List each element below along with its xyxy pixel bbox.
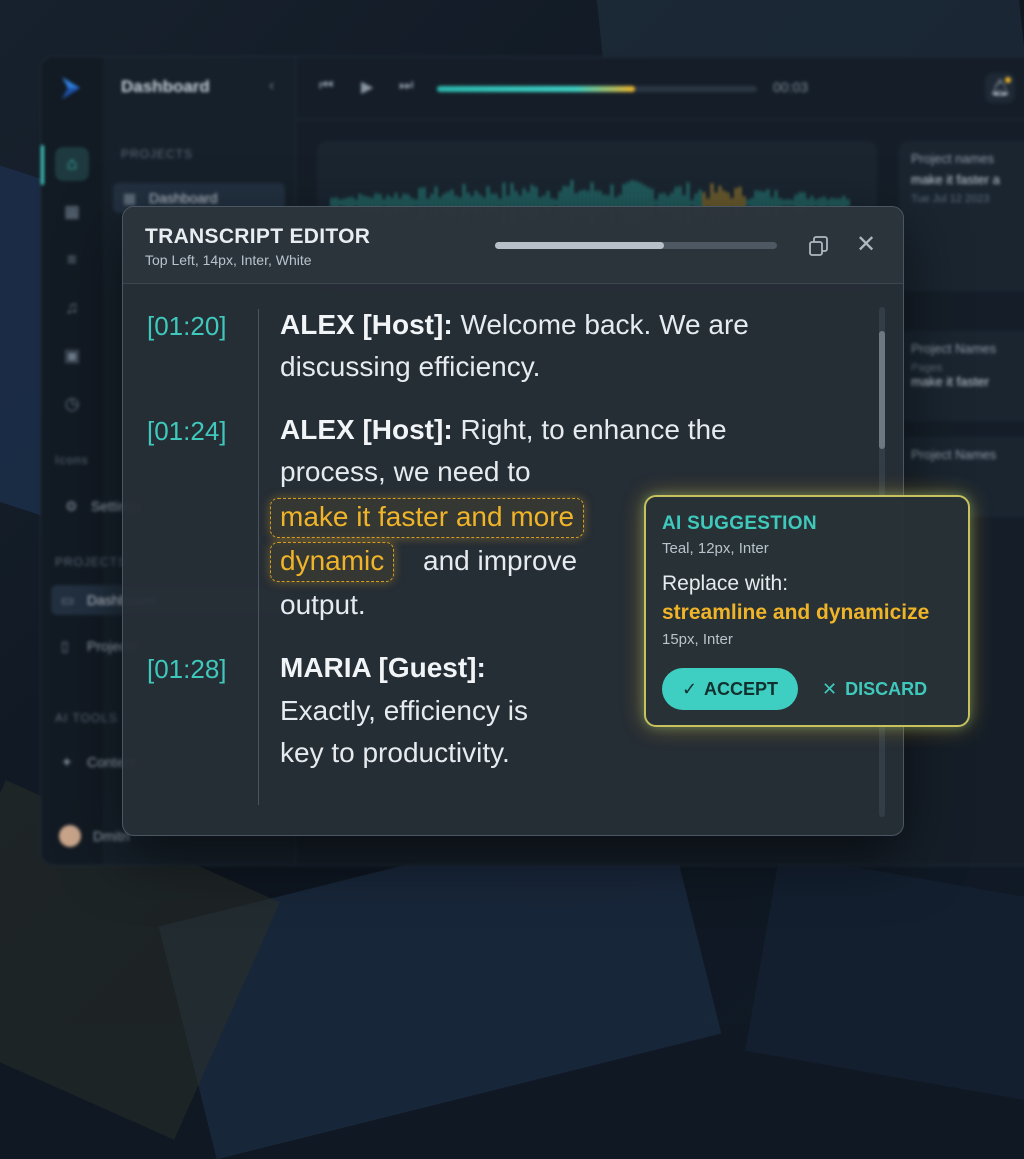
editor-progress [495,242,777,249]
suggestion-meta: Teal, 12px, Inter [662,540,769,557]
timestamp[interactable]: [01:24] [147,416,227,447]
logo-icon [62,77,80,99]
sparkle-icon: ✦ [61,753,73,770]
x-icon: ✕ [822,678,838,699]
rewind-icon[interactable]: ⏮ [319,77,333,95]
avatar [59,825,81,847]
close-icon[interactable]: ✕ [854,233,878,257]
speaker-label: MARIA [Guest]: [280,652,486,683]
highlighted-phrase[interactable]: dynamic [270,542,395,582]
card-heading: Project names [911,151,995,166]
transcript-text: Welcome back. We are [460,309,749,340]
transcript-line[interactable]: MARIA [Guest]: [280,652,486,684]
card-date: Tue Jul 12 2023 [911,193,990,205]
active-indicator [41,145,44,185]
speaker-label: ALEX [Host]: [280,414,453,445]
accept-label: ACCEPT [704,678,779,699]
accept-button[interactable]: ✓ ACCEPT [662,668,798,710]
section-label: AI TOOLS [55,711,118,725]
check-icon: ✓ [681,678,698,699]
background-shape [745,853,1024,1107]
player-bar: ⏮ ▶ ⏭ 00:03 🔔︎ ⓘ [295,57,1024,120]
card-sub: Pages [911,362,943,374]
play-icon[interactable]: ▶ [361,77,373,97]
playback-progress[interactable] [437,86,757,92]
file-icon: ▯ [61,637,69,654]
right-panel: Project names make it faster a Tue Jul 1… [899,141,1024,841]
transcript-line[interactable]: Exactly, efficiency is [280,695,528,727]
discard-label: DISCARD [845,678,928,699]
transcript-line[interactable]: output. [280,589,366,621]
copy-icon[interactable] [806,234,830,258]
home-icon[interactable]: ⌂ [55,147,89,181]
playback-time: 00:03 [773,79,809,95]
card-text: make it faster [911,374,990,389]
sidebar-title: Dashboard [121,77,210,96]
card-heading: Project Names [911,341,997,356]
editor-progress-fill [495,242,665,249]
user-profile[interactable]: Dmitri [59,825,130,847]
section-label: PROJECTS [55,555,128,569]
sidebar-item-label: Dashboard [149,190,218,206]
folder-icon: ▭ [61,591,75,608]
transcript-line[interactable]: process, we need to [280,456,531,488]
box-icon[interactable]: ▣ [55,339,89,373]
card-text: make it faster a [911,172,1000,187]
suggestion-title: AI SUGGESTION [662,513,817,534]
transcript-text: Right, to enhance the [460,414,727,445]
transcript-line[interactable]: and improve [423,545,577,577]
highlighted-phrase[interactable]: make it faster and more [270,498,585,538]
notification-dot [1005,77,1011,83]
modal-header: TRANSCRIPT EDITOR Top Left, 14px, Inter,… [123,207,903,284]
project-card[interactable]: Project names make it faster a Tue Jul 1… [899,141,1024,291]
modal-title: TRANSCRIPT EDITOR [145,225,371,248]
discard-button[interactable]: ✕ DISCARD [822,668,927,710]
section-label: PROJECTS [121,147,194,161]
speaker-label: ALEX [Host]: [280,309,453,340]
bell-icon[interactable]: 🔔︎ [985,73,1015,103]
timestamp[interactable]: [01:28] [147,654,227,685]
replacement-meta: 15px, Inter [662,631,733,648]
list-icon[interactable]: ≡ [55,243,89,277]
transcript-line[interactable]: key to productivity. [280,737,510,769]
replace-label: Replace with: [662,572,789,595]
gear-icon: ⚙ [65,497,78,514]
section-label: Icons [55,453,89,467]
clock-icon[interactable]: ◷ [55,387,89,421]
chevron-left-icon[interactable]: ‹ [269,77,274,95]
transcript-line[interactable]: ALEX [Host]: Right, to enhance the [280,414,727,446]
scrollbar-thumb[interactable] [879,331,885,449]
modal-subtitle: Top Left, 14px, Inter, White [145,252,312,268]
playback-progress-fill [437,86,636,92]
transcript-line[interactable]: ALEX [Host]: Welcome back. We are [280,309,749,341]
timestamp-divider [258,309,259,805]
music-icon[interactable]: ♫ [55,291,89,325]
grid-icon: ▦ [123,189,137,206]
replacement-text: streamline and dynamicize [662,601,930,624]
grid-icon[interactable]: ▦ [55,195,89,229]
transcript-line[interactable]: discussing efficiency. [280,351,540,383]
card-heading: Project Names [911,447,997,462]
ai-suggestion-popup: AI SUGGESTION Teal, 12px, Inter Replace … [644,495,970,727]
forward-icon[interactable]: ⏭ [399,77,413,95]
project-card[interactable]: Project Names Pages make it faster [899,331,1024,421]
timestamp[interactable]: [01:20] [147,311,227,342]
